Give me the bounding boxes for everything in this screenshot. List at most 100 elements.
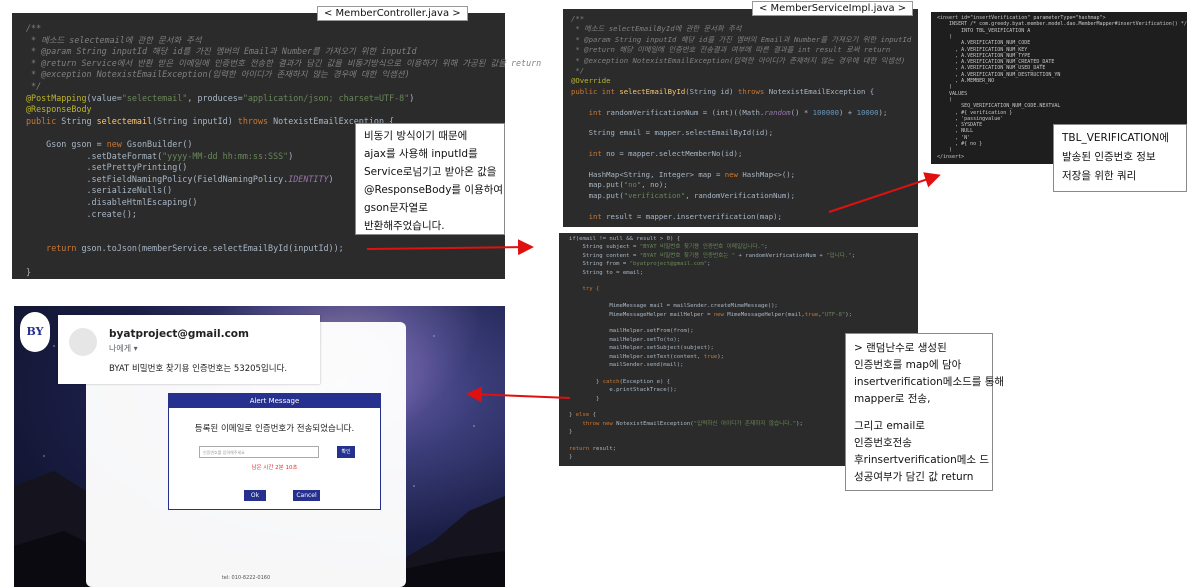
code-token: } xyxy=(569,378,603,385)
code-line: * @exception NotexistEmailException(입력한 … xyxy=(571,56,905,64)
code-token: mailHelper.setTo(to); xyxy=(569,336,681,343)
code-token: "byatproject@gmail.com" xyxy=(629,261,708,268)
code-token: "application/json; charset=UTF-8" xyxy=(242,92,410,103)
countdown-timer: 남은 시간 2분 10초 xyxy=(251,465,298,471)
note-line: 후rinsertverification메소 드 xyxy=(854,454,990,466)
code-token: HashMap<String, Integer> map = xyxy=(571,170,725,179)
xml-line: , A.VERIFICATION_NUM_DESTRUCTION_YN xyxy=(937,71,1061,78)
code-line: public String selectemail(String inputId… xyxy=(26,117,394,125)
code-token: GsonBuilder() xyxy=(126,139,193,149)
code-token: MimeMessageHelper(mail, xyxy=(727,311,805,318)
alert-modal: Alert Message 등록된 이메일로 인증번호가 전송되었습니다. 인증… xyxy=(168,393,381,510)
xml-line: , 'N' xyxy=(937,134,971,141)
code-token: throws xyxy=(737,86,769,96)
code-token: (String inputId) xyxy=(152,115,238,126)
xml-line: ) xyxy=(937,147,953,154)
code-token: mailHelper.setFrom(from); xyxy=(569,328,694,335)
code-token: () * xyxy=(790,107,813,117)
code-token: .serializeNulls() xyxy=(26,185,173,196)
note-line: Service로넘기고 받아온 값을 xyxy=(364,166,497,178)
note-line: gson문자열로 xyxy=(364,202,428,214)
code-line: } xyxy=(569,455,572,461)
code-line: } else { xyxy=(569,413,596,419)
code-token: */ xyxy=(571,66,585,75)
xml-line: , A.VERIFICATION_NUM_TYPE xyxy=(937,52,1031,59)
xml-line: , SYSDATE xyxy=(937,122,983,129)
code-token: String xyxy=(61,115,97,126)
ok-button[interactable]: Ok xyxy=(244,490,266,501)
xml-line: , #{ no } xyxy=(937,141,983,147)
code-token: ; xyxy=(764,244,768,251)
code-token: * 메소드 selectEmailById에 관한 문서화 주석 xyxy=(571,24,742,34)
note-line: 저장을 위한 쿼리 xyxy=(1062,170,1137,182)
alert-modal-header: Alert Message xyxy=(169,394,380,408)
code-token: ) + xyxy=(839,107,857,117)
code-line: HashMap<String, Integer> map = new HashM… xyxy=(571,170,796,179)
code-line: String from = "byatproject@gmail.com"; xyxy=(569,261,710,268)
code-token: return xyxy=(26,243,82,254)
code-line: MimeMessageHelper mailHelper = new MimeM… xyxy=(569,311,852,319)
code-token: MimeMessageHelper mailHelper = xyxy=(569,311,714,318)
code-line: if(email != null && result > 0) { xyxy=(569,236,681,243)
code-token: /** xyxy=(571,14,585,23)
note-line: 반환해주었습니다. xyxy=(364,220,445,232)
code-token: */ xyxy=(26,81,42,91)
code-token: int xyxy=(571,149,607,159)
note-line: 발송된 인증번호 정보 xyxy=(1062,151,1156,163)
code-token: /** xyxy=(26,23,42,33)
code-token: ; xyxy=(851,252,856,259)
note-line: ajax를 사용해 inputId를 xyxy=(364,148,478,160)
code-token: new xyxy=(724,170,743,179)
code-line: .setFieldNamingPolicy(FieldNamingPolicy.… xyxy=(26,175,334,183)
code-line: } xyxy=(26,266,32,277)
code-token: if(email != null && result > 0) { xyxy=(569,236,681,242)
code-token: ); xyxy=(796,420,803,427)
code-token: ); xyxy=(717,353,724,360)
code-token: new xyxy=(713,311,728,318)
code-token: .setDateFormat( xyxy=(26,150,163,161)
code-line: return gson.toJson(memberService.selectE… xyxy=(26,244,344,252)
code-token: { xyxy=(592,412,596,419)
code-line: @PostMapping(value="selectemail", produc… xyxy=(26,92,414,103)
code-token: } xyxy=(26,266,32,277)
code-line: public int selectEmailById(String id) th… xyxy=(571,88,874,95)
xml-line: A.VERIFICATION_NUM_CODE xyxy=(937,40,1031,47)
code-token: * @param String inputId 해당 id를 가진 멤버의 Em… xyxy=(26,46,417,57)
code-line: @Override xyxy=(571,77,611,84)
service-code-panel: /** * 메소드 selectEmailById에 관한 문서화 주석 * @… xyxy=(563,9,918,227)
code-token: * @return 해당 이메일에 인증번호 전송결과 여부에 따른 결과를 i… xyxy=(571,45,891,55)
code-token: String to = email; xyxy=(569,269,644,276)
note-line: 인증번호전송 xyxy=(854,437,912,449)
code-token: true xyxy=(703,353,718,360)
code-token: "BYAT 비밀번호 찾기용 인증번호는 " xyxy=(639,252,736,259)
email-body: BYAT 비밀번호 찾기용 인증번호는 53205입니다. xyxy=(109,364,288,374)
xml-line: , NULL xyxy=(937,128,974,135)
brand-logo: BY xyxy=(20,312,50,352)
code-token: ); xyxy=(878,107,888,117)
xml-line: ( xyxy=(937,33,953,40)
code-token: } xyxy=(569,429,573,436)
code-line: */ xyxy=(571,67,584,74)
email-recipient[interactable]: 나에게 ▾ xyxy=(109,343,138,354)
code-line: String content = "BYAT 비밀번호 찾기용 인증번호는 " … xyxy=(569,252,856,260)
code-line: * 메소드 selectemail에 관한 문서화 주석 xyxy=(26,35,202,44)
code-token: .disableHtmlEscaping() xyxy=(26,197,198,207)
code-token: random xyxy=(764,107,791,117)
confirm-code-button[interactable]: 확인 xyxy=(337,446,355,458)
code-token: try { xyxy=(569,286,600,293)
code-token: catch xyxy=(602,378,620,385)
code-line: map.put("no", no); xyxy=(571,181,668,188)
verification-input[interactable]: 인증번호를 입력해주세요 xyxy=(199,446,319,458)
xml-line: </insert> xyxy=(937,153,965,160)
code-token: gson.toJson(memberService.selectEmailByI… xyxy=(81,243,344,254)
code-token: } xyxy=(569,412,576,419)
cancel-button[interactable]: Cancel xyxy=(293,490,320,501)
code-line: } xyxy=(569,429,573,436)
code-token: (String id) xyxy=(685,86,738,96)
code-token: map.put( xyxy=(571,190,624,200)
code-token: "UTF-8" xyxy=(821,311,846,318)
code-token: int xyxy=(571,211,607,221)
code-line: mailHelper.setText(content, true); xyxy=(569,353,724,361)
code-token: MimeMessage mail = mailSender.createMime… xyxy=(569,303,778,310)
code-token: 10000 xyxy=(856,107,879,117)
